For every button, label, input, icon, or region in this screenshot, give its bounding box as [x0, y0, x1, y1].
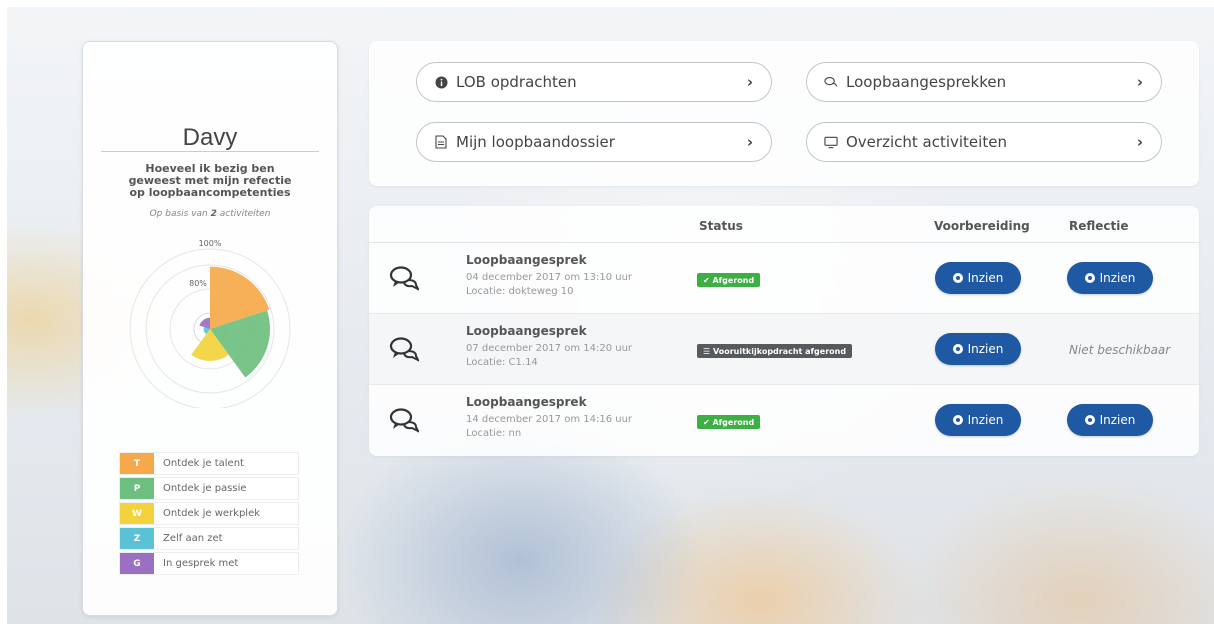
chevron-right-icon: › — [1136, 133, 1143, 151]
appointment-date: 04 december 2017 om 13:10 uur — [466, 272, 633, 283]
mijn-loopbaandossier-button[interactable]: Mijn loopbaandossier › — [416, 122, 772, 162]
legend-swatch: P — [120, 478, 154, 499]
monitor-icon — [824, 135, 838, 149]
window-frame — [0, 0, 1214, 7]
button-label: Inzien — [967, 342, 1004, 356]
button-label: Inzien — [1099, 271, 1136, 285]
stats-subtitle: Op basis van 2 activiteiten — [83, 209, 337, 219]
legend-label: Zelf aan zet — [163, 533, 223, 544]
competency-radar-chart: 100% 80% — [129, 239, 291, 408]
button-label: Inzien — [967, 413, 1004, 427]
loopbaangesprekken-button[interactable]: Loopbaangesprekken › — [806, 62, 1162, 102]
profile-card: Davy Hoeveel ik bezig ben geweest met mi… — [82, 41, 338, 616]
chevron-right-icon: › — [1136, 73, 1143, 91]
legend-label: In gesprek met — [163, 558, 239, 569]
reflectie-inzien-button[interactable]: Inzien — [1067, 262, 1153, 294]
table-row: Loopbaangesprek 14 december 2017 om 14:1… — [369, 385, 1199, 455]
legend-label: Ontdek je talent — [163, 458, 244, 469]
eye-icon — [952, 415, 963, 425]
appointment-location: Locatie: nn — [466, 428, 522, 439]
appointment-date: 07 december 2017 om 14:20 uur — [466, 343, 633, 354]
legend-label: Ontdek je passie — [163, 483, 247, 494]
conversation-icon — [389, 266, 419, 291]
appointment-title: Loopbaangesprek — [466, 324, 587, 338]
chevron-right-icon: › — [746, 133, 753, 151]
nav-label: Overzicht activiteiten — [846, 133, 1007, 151]
legend-swatch: W — [120, 503, 154, 524]
appointment-title: Loopbaangesprek — [466, 395, 587, 409]
nav-label: Mijn loopbaandossier — [456, 133, 615, 151]
reflectie-unavailable: Niet beschikbaar — [1069, 343, 1171, 357]
reflectie-inzien-button[interactable]: Inzien — [1067, 404, 1153, 436]
user-name: Davy — [182, 124, 238, 151]
divider — [101, 151, 319, 152]
eye-icon — [1084, 415, 1095, 425]
voorbereiding-inzien-button[interactable]: Inzien — [935, 262, 1021, 294]
document-icon — [434, 135, 448, 149]
legend-item: Z Zelf aan zet — [119, 527, 299, 550]
appointment-location: Locatie: dokteweg 10 — [466, 286, 574, 297]
status-badge: ☰ Vooruitkijkopdracht afgerond — [697, 344, 853, 358]
legend-item: W Ontdek je werkplek — [119, 502, 299, 525]
eye-icon — [1084, 273, 1095, 283]
appointment-location: Locatie: C1.14 — [466, 357, 538, 368]
stats-subtitle-suffix: activiteiten — [219, 209, 271, 219]
activity-count: 2 — [210, 209, 217, 219]
nav-label: Loopbaangesprekken — [846, 73, 1007, 91]
lob-opdrachten-button[interactable]: LOB opdrachten › — [416, 62, 772, 102]
appointments-table: Status Voorbereiding Reflectie Loopbaang… — [369, 206, 1199, 456]
radar-label-100: 100% — [199, 239, 222, 248]
window-frame-left — [0, 0, 7, 624]
stats-subtitle-prefix: Op basis van — [149, 209, 208, 219]
eye-icon — [952, 273, 963, 283]
legend: T Ontdek je talent P Ontdek je passie W … — [119, 452, 299, 577]
voorbereiding-inzien-button[interactable]: Inzien — [935, 333, 1021, 365]
info-circle-icon — [434, 75, 448, 89]
legend-swatch: Z — [120, 528, 154, 549]
radar-label-80: 80% — [189, 279, 207, 288]
table-row: Loopbaangesprek 04 december 2017 om 13:1… — [369, 243, 1199, 314]
appointment-date: 14 december 2017 om 14:16 uur — [466, 414, 633, 425]
table-row: Loopbaangesprek 07 december 2017 om 14:2… — [369, 314, 1199, 385]
appointment-title: Loopbaangesprek — [466, 253, 587, 267]
button-label: Inzien — [967, 271, 1004, 285]
chat-bubbles-icon — [824, 75, 838, 89]
eye-icon — [952, 344, 963, 354]
legend-item: T Ontdek je talent — [119, 452, 299, 475]
stats-title: Hoeveel ik bezig ben geweest met mijn re… — [83, 163, 337, 199]
legend-label: Ontdek je werkplek — [163, 508, 261, 519]
stats-title-line: op loopbaancompetenties — [129, 186, 291, 199]
legend-swatch: T — [120, 453, 154, 474]
chevron-right-icon: › — [746, 73, 753, 91]
voorbereiding-inzien-button[interactable]: Inzien — [935, 404, 1021, 436]
button-label: Inzien — [1099, 413, 1136, 427]
navigation-panel: LOB opdrachten › Loopbaangesprekken › Mi… — [369, 41, 1199, 186]
overzicht-activiteiten-button[interactable]: Overzicht activiteiten › — [806, 122, 1162, 162]
status-badge: ✔ Afgerond — [697, 415, 761, 429]
legend-item: P Ontdek je passie — [119, 477, 299, 500]
legend-swatch: G — [120, 553, 154, 574]
column-header-reflectie: Reflectie — [1069, 219, 1129, 233]
status-badge: ✔ Afgerond — [697, 273, 761, 287]
column-header-voorbereiding: Voorbereiding — [934, 219, 1030, 233]
column-header-status: Status — [699, 219, 743, 233]
nav-label: LOB opdrachten — [456, 73, 577, 91]
legend-item: G In gesprek met — [119, 552, 299, 575]
conversation-icon — [389, 408, 419, 433]
conversation-icon — [389, 337, 419, 362]
